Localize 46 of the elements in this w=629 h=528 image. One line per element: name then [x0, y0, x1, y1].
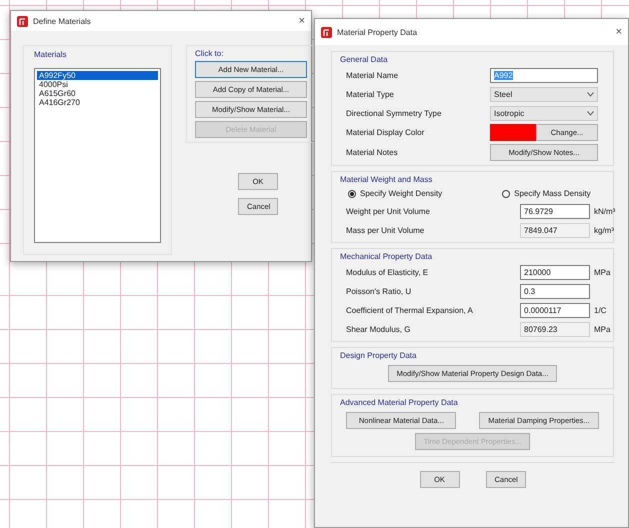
- unit-label: kg/m³: [593, 226, 614, 234]
- window-title: Define Materials: [33, 16, 92, 26]
- close-button[interactable]: ×: [616, 26, 622, 38]
- app-icon: [17, 16, 28, 26]
- field-label: Coefficient of Thermal Expansion, A: [345, 306, 474, 314]
- group-label: Mechanical Property Data: [340, 252, 432, 261]
- materials-list[interactable]: A992Fy50 4000Psi A615Gr60 A416Gr270: [34, 68, 161, 243]
- dropdown[interactable]: Steel: [490, 86, 598, 102]
- number-field[interactable]: 0.0000117: [520, 302, 590, 318]
- unit-label: MPa: [593, 268, 610, 276]
- dropdown[interactable]: Isotropic: [490, 106, 598, 120]
- field-label: Material Display Color: [345, 128, 426, 137]
- group-label: Design Property Data: [340, 351, 416, 360]
- radio-icon[interactable]: [502, 190, 510, 198]
- radio-icon[interactable]: [348, 190, 356, 198]
- field-label: Material Notes: [345, 148, 399, 157]
- number-field[interactable]: 76.9729: [520, 204, 590, 218]
- field-label: Poisson's Ratio, U: [345, 286, 412, 296]
- app-icon: [321, 26, 332, 38]
- unit-label: kN/m³: [593, 206, 616, 216]
- field-label: Material Name: [345, 70, 400, 80]
- unit-label: 1/C: [593, 306, 606, 314]
- field-label: Material Type: [345, 90, 395, 98]
- group-label: General Data: [340, 55, 388, 64]
- unit-label: MPa: [593, 324, 610, 334]
- field-label: Directional Symmetry Type: [345, 108, 442, 118]
- material-list-item[interactable]: A992Fy50: [37, 71, 158, 80]
- group-label: Materials: [34, 50, 66, 59]
- group-label: Material Weight and Mass: [340, 175, 432, 184]
- material-list-item[interactable]: 4000Psi: [37, 80, 158, 89]
- close-button[interactable]: ×: [298, 15, 305, 27]
- material-list-item[interactable]: A615Gr60: [37, 89, 158, 98]
- group-label: Click to:: [195, 49, 224, 58]
- field-label: Shear Modulus, G: [345, 324, 412, 334]
- number-field[interactable]: 210000: [520, 264, 590, 280]
- number-field[interactable]: 0.3: [520, 284, 590, 298]
- group-label: Advanced Material Property Data: [340, 398, 458, 407]
- number-field: 80769.23: [520, 322, 590, 336]
- field-label: Modulus of Elasticity, E: [345, 268, 430, 276]
- material-list-item[interactable]: A416Gr270: [37, 98, 158, 107]
- field-label: Mass per Unit Volume: [345, 226, 426, 234]
- dropdown-caret-icon: [587, 110, 594, 116]
- number-field: 7849.047: [520, 222, 590, 238]
- window-title: Material Property Data: [337, 28, 418, 36]
- field-label: Weight per Unit Volume: [345, 206, 431, 216]
- dropdown-caret-icon: [587, 92, 594, 96]
